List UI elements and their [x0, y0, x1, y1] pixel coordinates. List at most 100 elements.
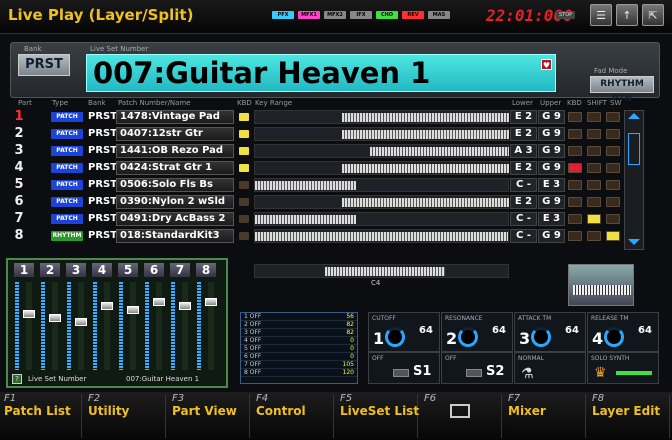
switch-3[interactable]: NORMAL ⚗ — [514, 352, 586, 384]
scroll-up-icon[interactable] — [628, 113, 640, 119]
upper-key[interactable]: G 9 — [538, 161, 565, 175]
kbd-switch[interactable] — [239, 113, 249, 121]
part-switch-led[interactable] — [606, 180, 620, 190]
fader-track[interactable] — [52, 282, 58, 370]
part-switch-led[interactable] — [587, 129, 601, 139]
solo-icon[interactable]: ♛ — [594, 365, 607, 381]
menu-icon[interactable]: ☰ — [590, 4, 612, 26]
part-switch-led[interactable] — [606, 129, 620, 139]
part-row[interactable]: 5 PATCH PRST 0506:Solo Fls Bs C -E 3 — [10, 178, 622, 193]
part-row[interactable]: 3 PATCH PRST 1441:OB Rezo Pad A 3G 9 — [10, 144, 622, 159]
part-row[interactable]: 4 PATCH PRST 0424:Strat Gtr 1 E 2G 9 — [10, 161, 622, 176]
part-patch-name[interactable]: 1441:OB Rezo Pad — [116, 144, 234, 158]
bank-selector[interactable]: PRST — [18, 54, 70, 76]
exit-icon[interactable]: ⇱ — [642, 4, 664, 26]
fkey-4[interactable]: F4 Control — [252, 394, 334, 438]
part-switch-led[interactable] — [568, 180, 582, 190]
part-bank[interactable]: PRST — [88, 195, 117, 209]
key-range-bar[interactable] — [254, 144, 509, 158]
part-switch-led[interactable] — [606, 112, 620, 122]
scroll-thumb[interactable] — [628, 133, 640, 165]
fader-knob[interactable] — [179, 302, 191, 310]
part-switch-led[interactable] — [568, 163, 582, 173]
fkey-2[interactable]: F2 Utility — [84, 394, 166, 438]
cc-row[interactable]: 2 OFF 82 — [241, 321, 357, 329]
lower-key[interactable]: C - — [510, 212, 537, 226]
cc-row[interactable]: 3 OFF 82 — [241, 329, 357, 337]
part-row[interactable]: 2 PATCH PRST 0407:12str Gtr E 2G 9 — [10, 127, 622, 142]
knob-1[interactable]: CUTOFF 1 64 — [368, 312, 440, 352]
key-range-bar[interactable] — [254, 161, 509, 175]
part-switch-led[interactable] — [606, 146, 620, 156]
part-switch-led[interactable] — [606, 163, 620, 173]
fkey-1[interactable]: F1 Patch List — [0, 394, 82, 438]
knob-dial-icon[interactable] — [604, 327, 624, 347]
scroll-down-icon[interactable] — [628, 239, 640, 245]
part-patch-name[interactable]: 0390:Nylon 2 wSld — [116, 195, 234, 209]
fader-track[interactable] — [130, 282, 136, 370]
part-patch-name[interactable]: 0424:Strat Gtr 1 — [116, 161, 234, 175]
switch-button[interactable] — [466, 369, 482, 377]
fkey-3[interactable]: F3 Part View — [168, 394, 250, 438]
kbd-switch[interactable] — [239, 198, 249, 206]
part-switch-led[interactable] — [587, 163, 601, 173]
part-switch-led[interactable] — [568, 214, 582, 224]
part-switch-led[interactable] — [568, 146, 582, 156]
upper-key[interactable]: G 9 — [538, 229, 565, 243]
switch-button[interactable] — [393, 369, 409, 377]
portamento-icon[interactable]: ⚗ — [521, 366, 534, 382]
part-bank[interactable]: PRST — [88, 127, 117, 141]
fader-knob[interactable] — [75, 318, 87, 326]
cc-row[interactable]: 6 OFF 0 — [241, 353, 357, 361]
part-row[interactable]: 8 RHYTHM PRST 018:StandardKit3 C -G 9 — [10, 229, 622, 244]
switch-1[interactable]: OFF S1 — [368, 352, 440, 384]
part-bank[interactable]: PRST — [88, 212, 117, 226]
part-row[interactable]: 6 PATCH PRST 0390:Nylon 2 wSld E 2G 9 — [10, 195, 622, 210]
part-switch-led[interactable] — [568, 231, 582, 241]
fade-mode-selector[interactable]: RHYTHM PTN — [590, 76, 654, 104]
lower-key[interactable]: A 3 — [510, 144, 537, 158]
part-patch-name[interactable]: 1478:Vintage Pad — [116, 110, 234, 124]
kbd-switch[interactable] — [239, 181, 249, 189]
upper-key[interactable]: E 3 — [538, 178, 565, 192]
cc-row[interactable]: 4 OFF 0 — [241, 337, 357, 345]
part-row[interactable]: 7 PATCH PRST 0491:Dry AcBass 2 C -E 3 — [10, 212, 622, 227]
part-switch-led[interactable] — [568, 197, 582, 207]
part-switch-led[interactable] — [606, 214, 620, 224]
part-switch-led[interactable] — [587, 231, 601, 241]
part-bank[interactable]: PRST — [88, 161, 117, 175]
key-range-bar[interactable] — [254, 229, 509, 243]
part-switch-led[interactable] — [606, 231, 620, 241]
upper-key[interactable]: G 9 — [538, 110, 565, 124]
part-bank[interactable]: PRST — [88, 229, 117, 243]
kbd-switch[interactable] — [239, 232, 249, 240]
part-switch-led[interactable] — [568, 112, 582, 122]
key-range-bar[interactable] — [254, 178, 509, 192]
knob-3[interactable]: ATTACK TM 3 64 — [514, 312, 586, 352]
kbd-switch[interactable] — [239, 215, 249, 223]
fkey-5[interactable]: F5 LiveSet List — [336, 394, 419, 438]
knob-dial-icon[interactable] — [385, 327, 405, 347]
liveset-number-field[interactable]: 007:Guitar Heaven 1 — [86, 54, 556, 92]
cc-row[interactable]: 8 OFF 120 — [241, 369, 357, 377]
part-switch-led[interactable] — [587, 197, 601, 207]
kbd-switch[interactable] — [239, 130, 249, 138]
part-switch-led[interactable] — [587, 112, 601, 122]
fkey-6[interactable]: F6 — [420, 394, 502, 438]
part-switch-led[interactable] — [587, 146, 601, 156]
upper-key[interactable]: G 9 — [538, 144, 565, 158]
cc-assign-list[interactable]: 1 OFF 56 2 OFF 82 3 OFF 82 4 OFF 0 5 OFF 0 6 OFF 0 7… — [240, 312, 358, 384]
part-switch-led[interactable] — [587, 180, 601, 190]
cc-row[interactable]: 7 OFF 105 — [241, 361, 357, 369]
part-switch-led[interactable] — [587, 214, 601, 224]
part-row[interactable]: 1 PATCH PRST 1478:Vintage Pad E 2G 9 — [10, 110, 622, 125]
fader-knob[interactable] — [101, 302, 113, 310]
upper-key[interactable]: G 9 — [538, 195, 565, 209]
knob-4[interactable]: RELEASE TM 4 64 — [587, 312, 659, 352]
part-patch-name[interactable]: 0506:Solo Fls Bs — [116, 178, 234, 192]
part-patch-name[interactable]: 0407:12str Gtr — [116, 127, 234, 141]
fkey-7[interactable]: F7 Mixer — [504, 394, 586, 438]
fader-track[interactable] — [78, 282, 84, 370]
upper-key[interactable]: E 3 — [538, 212, 565, 226]
part-bank[interactable]: PRST — [88, 110, 117, 124]
